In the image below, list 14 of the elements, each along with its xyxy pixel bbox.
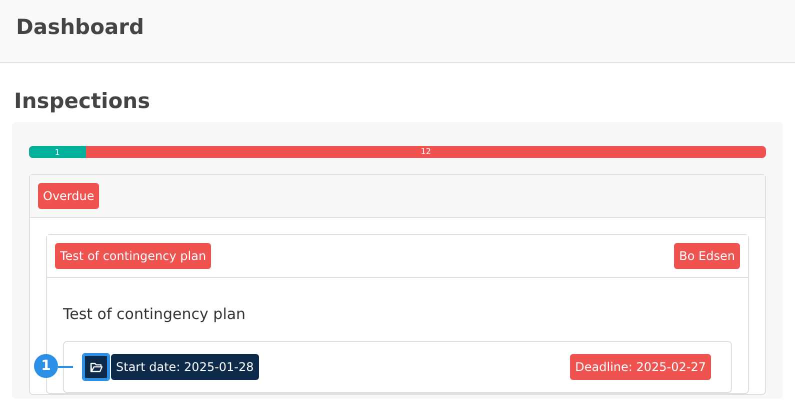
- assignee-badge: Bo Edsen: [674, 243, 740, 269]
- callout-marker: 1: [34, 354, 58, 378]
- deadline-badge: Deadline: 2025-02-27: [570, 354, 711, 380]
- remaining-count: 12: [420, 146, 432, 158]
- open-folder-button[interactable]: [83, 354, 109, 380]
- page-title: Dashboard: [16, 15, 146, 39]
- section-title: Inspections: [14, 89, 152, 113]
- folder-icon: [90, 362, 102, 372]
- inspection-badge: Test of contingency plan: [55, 243, 212, 269]
- progress-fill: 1: [29, 146, 86, 158]
- leader-line: [58, 366, 73, 368]
- status-badge: Overdue: [38, 183, 100, 209]
- inspection-title: Test of contingency plan: [63, 305, 247, 323]
- start-date-badge: Start date: 2025-01-28: [111, 354, 259, 380]
